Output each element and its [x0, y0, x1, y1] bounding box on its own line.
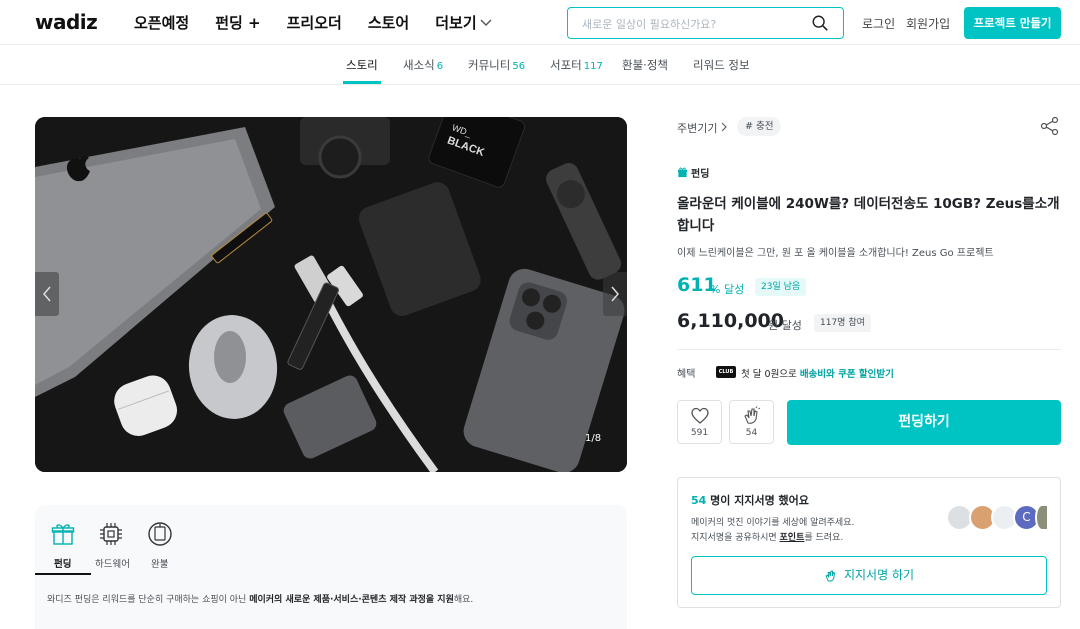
chip-icon[interactable] — [98, 521, 124, 547]
tab-label: 스토리 — [346, 58, 378, 72]
tab-label: 환불·정책 — [622, 58, 668, 72]
gift-icon — [677, 167, 688, 178]
funding-badge: 펀딩 — [677, 165, 709, 180]
chevron-down-icon — [480, 19, 492, 26]
funding-badge-label: 펀딩 — [691, 169, 710, 180]
nav-preorder[interactable]: 프리오더 — [287, 12, 342, 33]
tab-news[interactable]: 새소식 6 — [403, 57, 443, 73]
project-tabs: 스토리 새소식 6 커뮤니티 56 서포터 117 환불·정책 리워드 정보 — [0, 45, 1080, 85]
achievement-unit: % 달성 — [710, 283, 745, 296]
tab-reward-info[interactable]: 리워드 정보 — [693, 57, 750, 73]
tab-label: 커뮤니티 — [468, 58, 511, 72]
gallery-prev-button[interactable] — [35, 272, 59, 316]
login-link[interactable]: 로그인 — [862, 15, 895, 32]
signup-link[interactable]: 회원가입 — [906, 15, 950, 32]
tab-count: 6 — [436, 61, 444, 72]
support-title: 54 명이 지지서명 했어요 — [691, 492, 809, 508]
search-placeholder: 새로운 일상이 필요하신가요? — [582, 18, 717, 31]
info-active-underline — [35, 573, 91, 575]
product-image[interactable]: WD_ BLACK — [35, 117, 627, 472]
points-link[interactable]: 포인트 — [780, 533, 805, 543]
nav-more-label: 더보기 — [435, 14, 477, 32]
avatar — [1035, 504, 1049, 531]
desc-text-end: 해요. — [453, 595, 474, 605]
category-label: 주변기기 — [677, 122, 718, 135]
tab-label: 리워드 정보 — [693, 58, 750, 72]
product-photo-illustration: WD_BLACK — [35, 117, 627, 472]
chevron-left-icon — [43, 286, 51, 302]
tag-chip[interactable]: # 충전 — [737, 117, 782, 136]
active-tab-indicator — [343, 81, 381, 84]
benefit-link[interactable]: 배송비와 쿠폰 할인받기 — [800, 369, 894, 380]
chevron-right-icon — [611, 286, 619, 302]
category-breadcrumb[interactable]: 주변기기 — [677, 120, 728, 136]
support-desc-text-end: 를 드려요. — [804, 533, 844, 543]
gift-icon[interactable] — [50, 521, 76, 547]
gallery-next-button[interactable] — [603, 272, 627, 316]
tab-count: 117 — [583, 61, 603, 72]
project-subtitle: 이제 느린케이블은 그만, 원 포 올 케이블을 소개합니다! Zeus Go … — [677, 248, 994, 259]
desc-bold-text: 메이커의 새로운 제품·서비스·콘텐츠 제작 과정을 지원 — [249, 595, 454, 605]
benefit-label: 혜택 — [677, 369, 696, 380]
desc-text: 와디즈 펀딩은 리워드를 단순히 구매하는 쇼핑이 아닌 — [47, 595, 250, 605]
like-button[interactable]: 591 — [677, 400, 722, 444]
make-project-button[interactable]: 프로젝트 만들기 — [964, 7, 1061, 39]
tab-count: 56 — [512, 61, 526, 72]
share-icon[interactable] — [1040, 116, 1060, 136]
club-badge: CLUB — [716, 366, 736, 378]
support-button-label: 지지서명 하기 — [843, 568, 915, 582]
tab-story[interactable]: 스토리 — [346, 57, 378, 73]
info-refund-label[interactable]: 완불 — [151, 556, 168, 570]
like-count: 591 — [690, 428, 709, 438]
cheer-count: 54 — [745, 428, 758, 438]
funding-description: 와디즈 펀딩은 리워드를 단순히 구매하는 쇼핑이 아닌 메이커의 새로운 제품… — [47, 592, 473, 605]
support-desc-text: 지지서명을 공유하시면 — [691, 533, 780, 543]
wadiz-logo[interactable]: wadiz — [35, 10, 98, 34]
chevron-right-icon — [721, 122, 727, 132]
benefit-desc: 첫 달 0원으로 — [741, 369, 800, 380]
amount-unit: 원 달성 — [768, 319, 802, 332]
nav-store[interactable]: 스토어 — [368, 12, 409, 33]
info-funding-label[interactable]: 펀딩 — [54, 556, 71, 570]
nav-more[interactable]: 더보기 — [435, 12, 492, 33]
divider — [677, 349, 1061, 350]
clock-icon[interactable] — [147, 521, 173, 547]
tab-label: 새소식 — [403, 58, 435, 72]
support-desc-points: 지지서명을 공유하시면 포인트를 드려요. — [691, 530, 843, 543]
gallery-counter: 1/8 — [585, 433, 602, 444]
tab-supporters[interactable]: 서포터 117 — [550, 57, 603, 73]
support-count: 54 — [691, 494, 707, 507]
nav-funding[interactable]: 펀딩 + — [215, 12, 260, 33]
main-nav: 오픈예정 펀딩 + 프리오더 스토어 더보기 — [134, 12, 492, 33]
nav-open-soon[interactable]: 오픈예정 — [134, 12, 189, 33]
support-title-text: 명이 지지서명 했어요 — [706, 494, 809, 507]
search-icon[interactable] — [811, 14, 829, 32]
info-hardware-label[interactable]: 하드웨어 — [95, 556, 130, 570]
cheer-button[interactable]: 54 — [729, 400, 774, 444]
global-header: wadiz 오픈예정 펀딩 + 프리오더 스토어 더보기 새로운 일상이 필요하… — [0, 0, 1080, 45]
search-input[interactable]: 새로운 일상이 필요하신가요? — [567, 7, 844, 39]
clap-icon — [744, 406, 761, 424]
support-signature-button[interactable]: 지지서명 하기 — [691, 556, 1047, 595]
tab-refund-policy[interactable]: 환불·정책 — [622, 57, 668, 73]
days-left-badge: 23일 남음 — [755, 278, 807, 296]
project-title: 올라운더 케이블에 240W를? 데이터전송도 10GB? Zeus를소개합니다 — [677, 196, 1060, 234]
fund-button[interactable]: 펀딩하기 — [787, 400, 1061, 445]
benefit-text[interactable]: 첫 달 0원으로 배송비와 쿠폰 할인받기 — [741, 366, 894, 380]
support-desc: 메이커의 멋진 이야기를 세상에 알려주세요. — [691, 518, 855, 528]
participants-badge: 117명 참여 — [814, 314, 871, 332]
heart-icon — [691, 407, 709, 424]
clap-icon — [825, 570, 836, 582]
tab-community[interactable]: 커뮤니티 56 — [468, 57, 525, 73]
tab-label: 서포터 — [550, 58, 582, 72]
